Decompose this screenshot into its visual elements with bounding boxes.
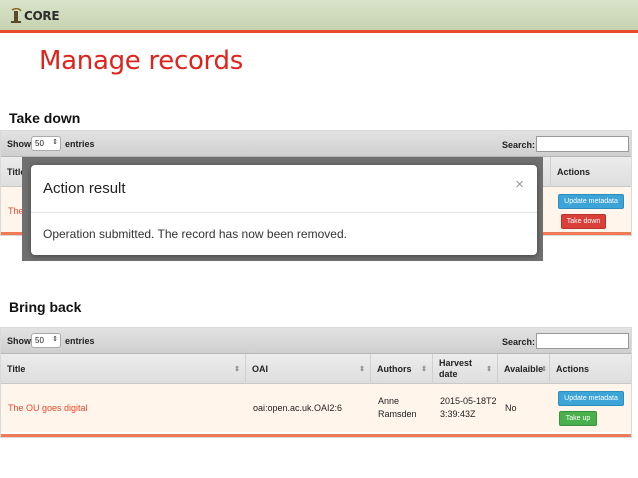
column-header-actions-label: Actions [556, 364, 590, 374]
record-title-link[interactable]: The [1, 187, 24, 235]
column-header-oai[interactable]: OAI ⇕ [246, 354, 371, 384]
sort-icon: ⇕ [541, 366, 547, 373]
sort-icon: ⇕ [234, 366, 240, 373]
section-label-take-down: Take down [9, 110, 81, 126]
select-arrows-icon: ⇕ [52, 336, 58, 343]
record-harvest-date: 2015-05-18T23:39:43Z [440, 396, 497, 419]
column-header-actions: Actions [550, 354, 631, 384]
modal-divider [31, 212, 537, 213]
update-metadata-button[interactable]: Update metadata [558, 391, 624, 406]
bring-back-table-panel: Show 50 ⇕ entries Search: Title ⇕ OAI ⇕ … [0, 327, 632, 438]
show-label: Show [7, 336, 31, 346]
column-header-oai-label: OAI [252, 364, 269, 374]
record-oai: oai:open.ac.uk.OAI2:6 [253, 403, 343, 413]
take-down-button[interactable]: Take down [561, 214, 606, 229]
page-size-value: 50 [35, 336, 44, 345]
column-header-actions-label: Actions [557, 167, 591, 177]
record-authors: Anne Ramsden [378, 396, 417, 419]
page-title: Manage records [39, 46, 243, 76]
show-label: Show [7, 139, 31, 149]
column-header-authors[interactable]: Authors ⇕ [371, 354, 433, 384]
logo-text: CORE [24, 9, 60, 23]
modal-title: Action result [43, 180, 126, 197]
select-arrows-icon: ⇕ [52, 139, 58, 146]
modal-message: Operation submitted. The record has now … [43, 227, 347, 241]
column-header-title[interactable]: Title ⇕ [1, 354, 246, 384]
row-divider [1, 434, 631, 437]
column-header-available[interactable]: Avalaible ⇕ [498, 354, 550, 384]
sort-icon: ⇕ [359, 366, 365, 373]
column-header-harvest-date-label: Harvest date [439, 358, 473, 379]
close-icon[interactable]: × [515, 176, 524, 193]
header-bar: CORE [0, 0, 638, 33]
column-header-harvest-date[interactable]: Harvest date ⇕ [433, 354, 498, 384]
page-size-value: 50 [35, 139, 44, 148]
search-label: Search: [502, 140, 536, 150]
table-toolbar: Show 50 ⇕ entries Search: [1, 328, 631, 354]
table-toolbar: Show 50 ⇕ entries Search: [1, 131, 631, 157]
entries-label: entries [65, 336, 95, 346]
core-logo[interactable]: CORE [9, 8, 60, 24]
search-label: Search: [502, 337, 536, 347]
core-logo-icon [9, 8, 23, 24]
column-header-authors-label: Authors [377, 364, 412, 374]
record-title-link[interactable]: The OU goes digital [1, 384, 88, 432]
column-header-available-label: Avalaible [504, 364, 544, 374]
table-header: Title ⇕ OAI ⇕ Authors ⇕ Harvest date ⇕ A… [1, 354, 631, 384]
record-available: No [505, 403, 517, 413]
column-header-actions: Actions [550, 157, 631, 187]
search-input[interactable] [536, 333, 629, 349]
sort-icon: ⇕ [486, 366, 492, 373]
column-header-title-label: Title [7, 364, 26, 374]
page-size-select[interactable]: 50 ⇕ [31, 333, 61, 348]
sort-icon: ⇕ [421, 366, 427, 373]
entries-label: entries [65, 139, 95, 149]
action-result-modal: Action result × Operation submitted. The… [31, 165, 537, 255]
take-up-button[interactable]: Take up [559, 411, 597, 426]
update-metadata-button[interactable]: Update metadata [558, 194, 624, 209]
table-row: The OU goes digital oai:open.ac.uk.OAI2:… [1, 384, 631, 432]
section-label-bring-back: Bring back [9, 299, 82, 315]
search-input[interactable] [536, 136, 629, 152]
page-size-select[interactable]: 50 ⇕ [31, 136, 61, 151]
